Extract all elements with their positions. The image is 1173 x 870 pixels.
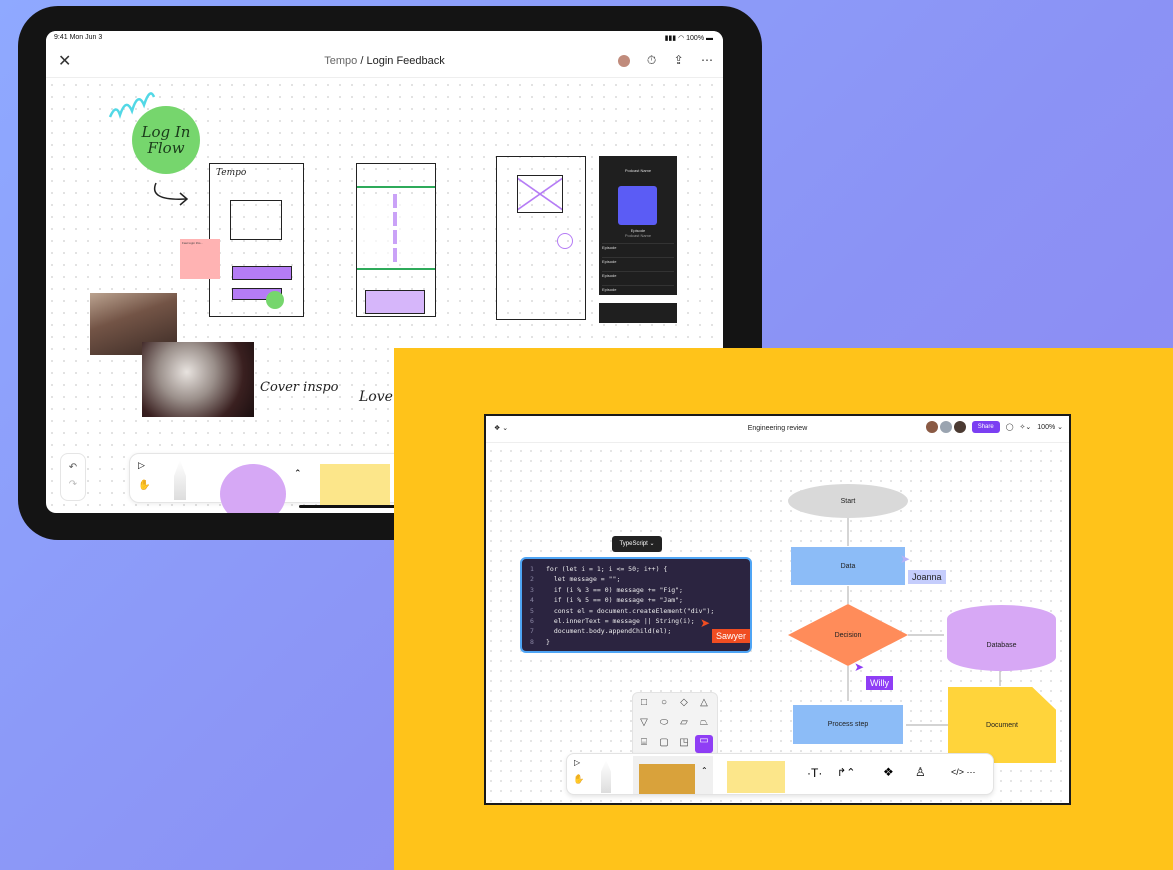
folder-icon[interactable]: ▭ xyxy=(695,735,713,753)
figjam-toolbar: ▷ ✋ ⌃ ·T· ↱⌃ ❖ ♙ </> ⋯ xyxy=(566,753,994,795)
shape-tool[interactable]: ⌃ xyxy=(633,756,713,794)
cursor-arrow-icon: ➤ xyxy=(854,660,865,674)
list-item[interactable]: Episode xyxy=(602,243,674,250)
more-icon[interactable]: ⋯ xyxy=(701,53,713,67)
circle-icon[interactable]: ○ xyxy=(657,697,671,708)
list-item[interactable]: Episode xyxy=(602,285,674,292)
login-flow-sticker[interactable]: Log In Flow xyxy=(132,106,200,174)
stamp-icon[interactable]: ♙ xyxy=(915,765,926,779)
podcast-name: Podcast Name xyxy=(624,168,652,173)
breadcrumb-file[interactable]: Login Feedback xyxy=(366,55,444,67)
cursor-arrow-icon: ➤ xyxy=(700,616,711,630)
undo-redo-group: ↶ ↷ xyxy=(60,453,86,501)
battery-status: ▮▮▮ ◠ 100% ▬ xyxy=(664,35,713,42)
podcast-cover-image xyxy=(618,186,657,225)
component-icon[interactable]: ❖ xyxy=(883,765,894,779)
text-tool-icon[interactable]: ·T· xyxy=(807,766,822,780)
ipad-top-bar: ✕ Tempo / Login Feedback ⏱ ⇪ ⋯ xyxy=(46,45,723,78)
code-icon[interactable]: </> ⋯ xyxy=(951,767,976,778)
avatar[interactable] xyxy=(617,54,630,67)
flow-node-data[interactable]: Data xyxy=(791,547,905,585)
wireframe-title: Tempo xyxy=(216,168,247,178)
now-playing-bar[interactable] xyxy=(599,295,677,303)
folder-shape-preview xyxy=(639,764,695,794)
ellipse-icon[interactable]: ⬭ xyxy=(657,717,671,728)
sticky-note-tool[interactable] xyxy=(727,761,785,793)
list-item[interactable]: Episode xyxy=(602,257,674,264)
document-shape-icon[interactable]: ◳ xyxy=(677,737,691,748)
triangle-down-icon[interactable]: ▽ xyxy=(637,717,651,728)
curved-arrow-icon xyxy=(153,182,189,206)
square-icon[interactable]: □ xyxy=(637,697,651,708)
hand-icon[interactable]: ✋ xyxy=(573,774,584,785)
status-time: 9:41 Mon Jun 3 xyxy=(54,34,103,41)
sticky-note[interactable]: Fast login this... xyxy=(180,239,220,279)
wireframe-phone-1[interactable]: Tempo xyxy=(209,163,304,317)
figjam-window: ❖ ⌄ Engineering review Share ◯ ✧⌄ 100% ⌄… xyxy=(484,414,1071,805)
cylinder-icon[interactable]: ⌸ xyxy=(637,737,651,748)
parallelogram-icon[interactable]: ▱ xyxy=(677,717,691,728)
ipad-actions: ⏱ ⇪ ⋯ xyxy=(604,53,713,68)
triangle-icon[interactable]: △ xyxy=(697,697,711,708)
timer-icon[interactable]: ⏱ xyxy=(647,53,656,68)
status-bar: 9:41 Mon Jun 3 ▮▮▮ ◠ 100% ▬ xyxy=(46,31,723,45)
undo-icon[interactable]: ↶ xyxy=(61,462,85,473)
redo-icon[interactable]: ↷ xyxy=(61,479,85,490)
connector-tool-icon[interactable]: ↱⌃ xyxy=(837,766,855,779)
cursor-arrow-icon: ➤ xyxy=(900,552,911,566)
wireframe-phone-2[interactable] xyxy=(356,163,436,317)
chevron-up-icon[interactable]: ⌃ xyxy=(294,468,302,479)
wireframe-phone-3[interactable] xyxy=(496,156,586,320)
rounded-rect-icon[interactable]: ▢ xyxy=(657,737,671,748)
share-icon[interactable]: ⇪ xyxy=(674,53,684,67)
shape-picker: □ ○ ◇ △ ▽ ⬭ ▱ ⏢ ⌸ ▢ ◳ ▭ xyxy=(632,692,718,758)
love-label: Love xyxy=(359,389,393,405)
ipad-toolbar: ▷ ✋ ⌃ xyxy=(129,453,431,513)
flow-node-process[interactable]: Process step xyxy=(793,705,903,744)
diamond-icon[interactable]: ◇ xyxy=(677,697,691,708)
breadcrumb-separator: / xyxy=(360,55,364,67)
pen-tool[interactable] xyxy=(174,460,186,500)
pointer-icon[interactable]: ▷ xyxy=(574,758,580,767)
podcast-mockup[interactable]: Podcast Name Episode Podcast Name Episod… xyxy=(599,156,677,323)
cover-inspo-label: Cover inspo xyxy=(260,380,339,395)
marker-tool[interactable] xyxy=(601,760,611,793)
cursor-willy: Willy xyxy=(866,676,893,690)
cursor-sawyer: Sawyer xyxy=(712,629,751,643)
shape-tool[interactable] xyxy=(220,464,286,513)
list-item[interactable]: Episode xyxy=(602,271,674,278)
flow-node-document[interactable]: Document xyxy=(948,687,1056,763)
concert-photo[interactable] xyxy=(142,342,254,417)
sticky-note-tool[interactable] xyxy=(320,464,390,508)
trapezoid-icon[interactable]: ⏢ xyxy=(697,717,711,728)
flow-node-start[interactable]: Start xyxy=(788,484,908,518)
cursor-joanna: Joanna xyxy=(908,570,946,584)
hand-icon[interactable]: ✋ xyxy=(138,480,150,491)
tab-bar xyxy=(599,304,677,323)
chevron-up-icon[interactable]: ⌃ xyxy=(701,766,708,775)
flow-node-database[interactable]: Database xyxy=(947,605,1056,671)
breadcrumb-project[interactable]: Tempo xyxy=(324,55,357,67)
episode-subtitle: Podcast Name xyxy=(624,233,652,238)
pointer-icon[interactable]: ▷ xyxy=(138,460,145,471)
